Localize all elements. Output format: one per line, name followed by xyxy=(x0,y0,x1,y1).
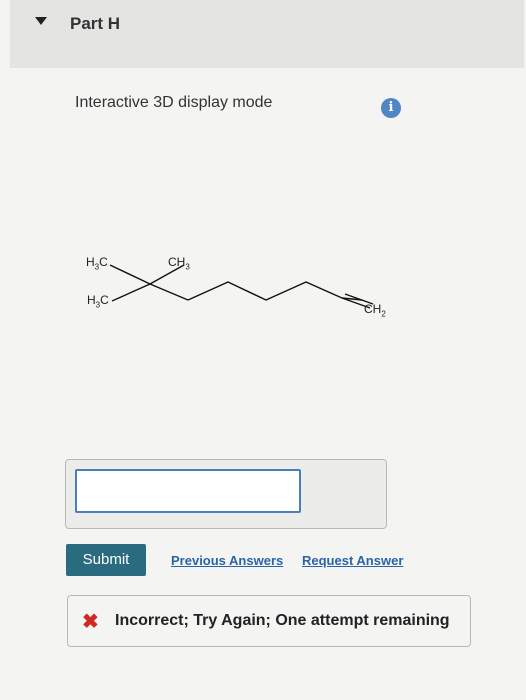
feedback-box: ✖ Incorrect; Try Again; One attempt rema… xyxy=(67,595,471,647)
bond-h3c-center xyxy=(109,264,151,285)
collapse-caret-icon[interactable] xyxy=(35,17,47,25)
feedback-message: Incorrect; Try Again; One attempt remain… xyxy=(115,612,450,629)
part-header[interactable]: Part H xyxy=(10,0,524,68)
chain-bonds xyxy=(187,281,343,301)
molecule-structure[interactable]: H3C CH3 H3C CH2 xyxy=(70,240,430,330)
info-icon[interactable]: i xyxy=(381,98,401,118)
bond-h3c-bottom-center xyxy=(111,283,151,302)
answer-input[interactable] xyxy=(75,469,301,513)
bond-lines xyxy=(109,264,374,309)
error-x-icon: ✖ xyxy=(82,611,99,633)
label-ch3-top: CH3 xyxy=(168,255,190,272)
previous-answers-link[interactable]: Previous Answers xyxy=(171,553,283,568)
part-title: Part H xyxy=(70,14,121,33)
display-mode-label: Interactive 3D display mode xyxy=(75,94,273,111)
label-ch2: CH2 xyxy=(364,302,386,319)
answer-box xyxy=(65,459,387,529)
request-answer-link[interactable]: Request Answer xyxy=(302,553,403,568)
label-h3c-top: H3C xyxy=(86,255,108,272)
bond-center-chain xyxy=(149,283,189,301)
submit-button[interactable]: Submit xyxy=(66,544,146,576)
label-h3c-bottom: H3C xyxy=(87,293,109,310)
